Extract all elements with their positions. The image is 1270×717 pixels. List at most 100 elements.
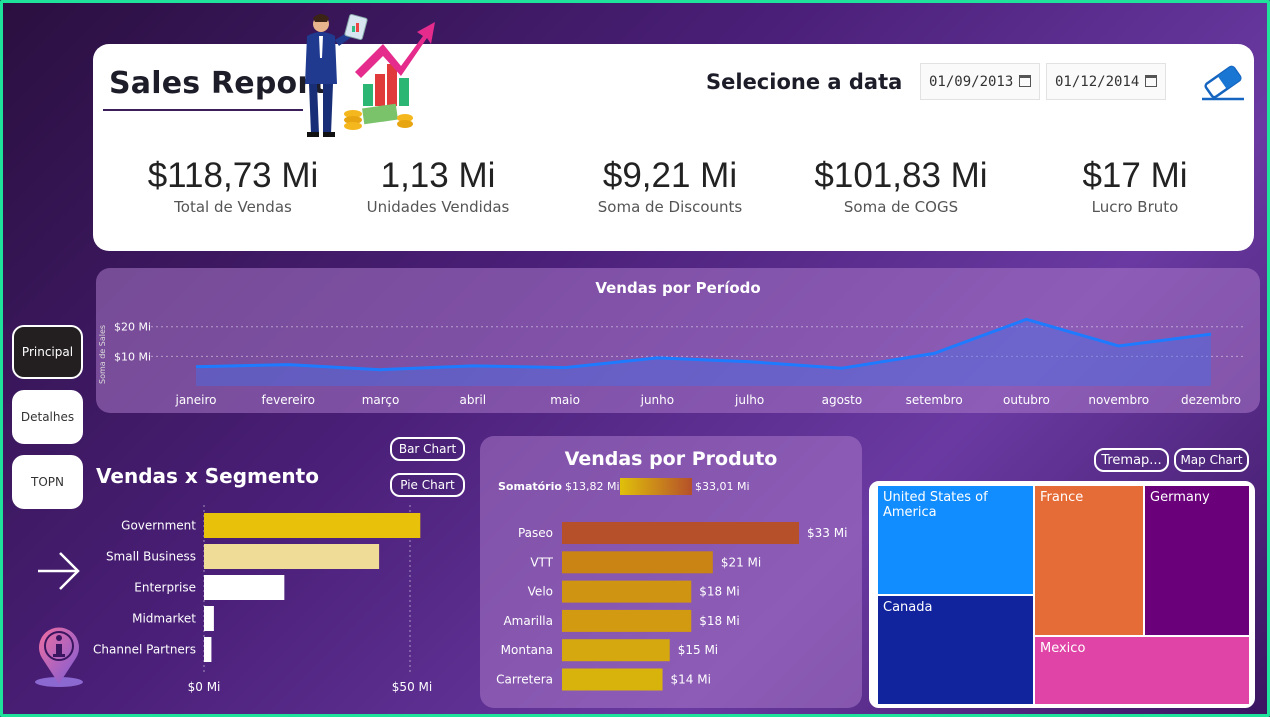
map-chart-button[interactable]: Map Chart [1174,448,1249,472]
tile-label: France [1040,490,1084,505]
data-label: $15 Mi [678,643,718,657]
treemap-button[interactable]: Tremap... [1094,448,1169,472]
bar [562,522,799,544]
category-label: Paseo [518,526,553,540]
x-tick-label: setembro [906,393,963,407]
y-axis-label: Soma de Sales [98,325,107,384]
kpi-value: $101,83 Mi [814,156,988,195]
category-label: Carretera [496,673,553,687]
data-label: $21 Mi [721,555,761,569]
kpi-soma-cogs: $101,83 Mi Soma de COGS [791,156,1011,216]
bar [204,544,380,569]
category-label: Velo [528,585,553,599]
x-tick-label: janeiro [174,393,216,407]
data-label: $18 Mi [699,614,739,628]
date-selector-label: Selecione a data [706,70,903,94]
sales-by-segment-chart: Government Small Business Enterprise Midmar… [93,505,432,694]
legend-label: Somatório [498,480,562,493]
data-label: $33 Mi [807,526,847,540]
kpi-value: $9,21 Mi [602,156,738,195]
y-tick-label: $20 Mi [114,321,151,334]
tile-label: Mexico [1040,641,1086,656]
calendar-icon[interactable] [1019,75,1031,87]
bar [562,609,692,632]
bar [562,580,692,603]
x-tick-label: abril [460,393,487,407]
treemap-tile-canada[interactable]: Canada [877,595,1034,705]
kpi-lucro-bruto: $17 Mi Lucro Bruto [1025,156,1245,216]
x-tick-label: outubro [1003,393,1050,407]
kpi-soma-discounts: $9,21 Mi Soma de Discounts [560,156,780,216]
start-date-input[interactable]: 01/09/2013 [920,63,1040,100]
x-tick-label: novembro [1088,393,1149,407]
businessman-chart-illustration [305,14,435,137]
arrow-right-icon[interactable] [36,550,82,592]
legend-gradient [620,478,692,495]
treemap-tile-mexico[interactable]: Mexico [1034,636,1250,705]
category-label: Enterprise [134,581,196,595]
pie-chart-button[interactable]: Pie Chart [390,473,465,497]
segment-chart-title: Vendas x Segmento [96,464,319,488]
nav-principal-button[interactable]: Principal [12,325,83,379]
kpi-label: Soma de COGS [843,198,959,216]
bar [562,551,713,574]
product-chart-title: Vendas por Produto [564,448,778,470]
kpi-value: $17 Mi [1082,156,1188,195]
data-label: $18 Mi [699,585,739,599]
kpi-label: Soma de Discounts [597,198,743,216]
x-tick-label: dezembro [1181,393,1241,407]
legend-max: $33,01 Mi [695,480,750,493]
sales-by-product-chart: Paseo $33 Mi VTT $21 Mi Velo $18 Mi Amarilla $1… [496,522,847,691]
legend-min: $13,82 Mi [565,480,620,493]
end-date-value: 01/12/2014 [1055,73,1140,90]
category-label: Government [121,519,196,533]
info-pin-icon[interactable] [30,622,88,688]
x-tick-label: março [362,393,400,407]
kpi-label: Unidades Vendidas [366,198,510,216]
x-tick-label: agosto [822,393,863,407]
tile-label: Canada [883,600,933,615]
tile-label: Germany [1150,490,1210,505]
category-label: VTT [530,555,553,569]
kpi-value: $118,73 Mi [147,156,319,195]
sales-by-product-card: Vendas por Produto Somatório $13,82 Mi $… [480,436,862,708]
end-date-input[interactable]: 01/12/2014 [1046,63,1166,100]
kpi-label: Lucro Bruto [1091,198,1179,216]
bar [204,637,212,662]
x-tick-label: $50 Mi [392,680,432,694]
y-tick-label: $10 Mi [114,350,151,363]
category-label: Montana [501,643,553,657]
category-label: Amarilla [503,614,553,628]
bar-chart-button[interactable]: Bar Chart [390,437,465,461]
x-tick-label: fevereiro [262,393,316,407]
sales-by-period-chart: $10 Mi $20 Mi Soma de Sales janeiro fevereir… [98,317,1246,407]
treemap-tile-germany[interactable]: Germany [1144,485,1250,636]
eraser-icon[interactable] [1198,62,1248,102]
tile-label: United States of America [883,490,988,520]
kpi-label: Total de Vendas [174,198,292,216]
bar [562,639,670,662]
title-underline [103,109,303,111]
kpi-unidades-vendidas: 1,13 Mi Unidades Vendidas [328,156,548,216]
category-label: Midmarket [132,612,196,626]
treemap-tile-france[interactable]: France [1034,485,1144,636]
x-tick-label: junho [640,393,675,407]
data-label: $14 Mi [671,673,711,687]
nav-topn-button[interactable]: TOPN [12,455,83,509]
kpi-total-vendas: $118,73 Mi Total de Vendas [123,156,343,216]
x-tick-label: julho [734,393,764,407]
calendar-icon[interactable] [1145,75,1157,87]
nav-detalhes-button[interactable]: Detalhes [12,390,83,444]
x-tick-label: $0 Mi [188,680,221,694]
category-label: Small Business [106,550,196,564]
sales-by-period-card: Vendas por Período $10 Mi $20 Mi Soma de S… [96,268,1260,413]
x-tick-label: maio [550,393,580,407]
bar [204,575,285,600]
start-date-value: 01/09/2013 [929,73,1014,90]
bar [562,668,663,691]
country-treemap: United States of America France Germany … [869,481,1255,708]
header-card: Sales Report Selecione a data 01/09/2013 [93,14,1254,251]
kpi-value: 1,13 Mi [380,156,496,195]
treemap-tile-usa[interactable]: United States of America [877,485,1034,595]
bar [204,513,421,538]
